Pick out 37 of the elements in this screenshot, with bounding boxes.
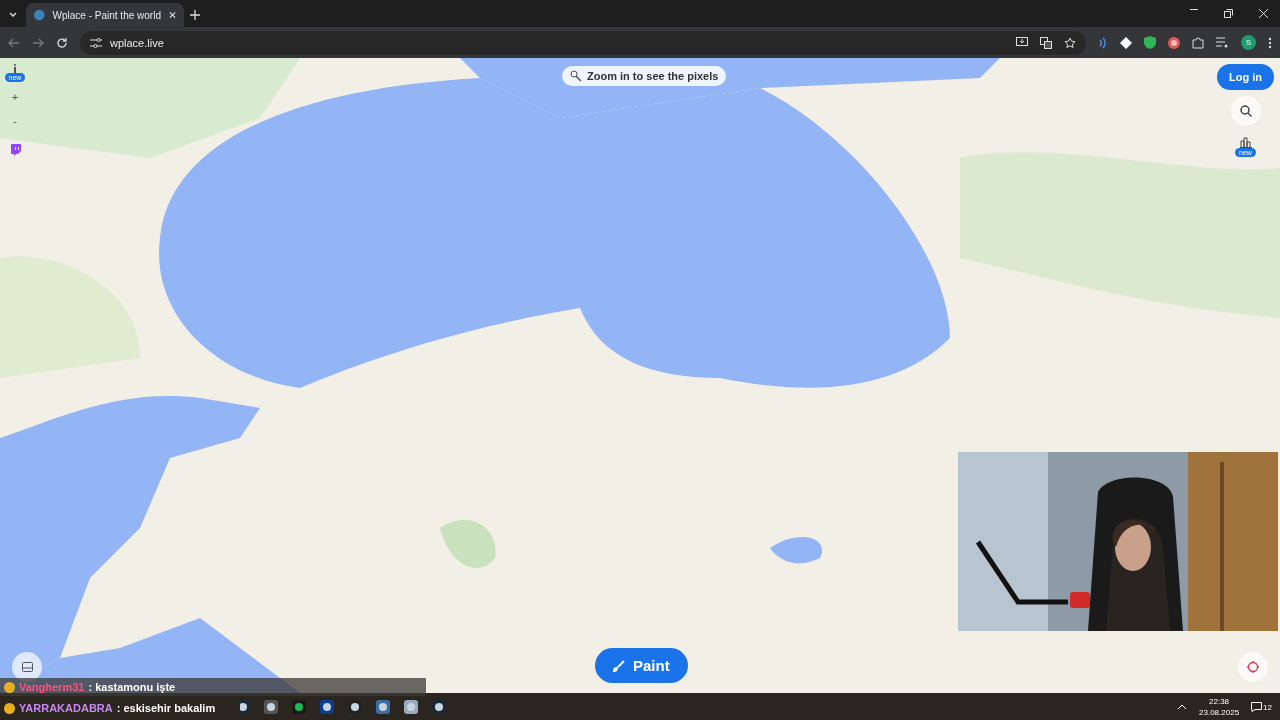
minimize-icon[interactable] (1190, 9, 1198, 11)
site-settings-icon[interactable] (90, 37, 102, 48)
new-tab-icon[interactable] (190, 10, 200, 20)
browser-tab[interactable]: Wplace - Paint the world (26, 3, 184, 27)
diamond-icon[interactable] (1120, 36, 1132, 49)
menu-icon[interactable] (1268, 36, 1272, 49)
install-icon[interactable] (1016, 36, 1028, 48)
taskbar-app-icon[interactable] (348, 699, 362, 714)
notifications-button[interactable]: 12 (1251, 701, 1272, 712)
close-icon[interactable] (168, 11, 176, 19)
tab-title: Wplace - Paint the world (52, 9, 161, 21)
media-icon[interactable] (1216, 37, 1229, 48)
translate-icon[interactable] (1040, 36, 1052, 49)
record-icon[interactable] (1168, 36, 1180, 49)
taskbar-app-icon[interactable] (320, 699, 334, 714)
taskbar-app-icon[interactable] (404, 699, 418, 714)
waves-icon[interactable] (1098, 36, 1108, 49)
message-icon (1251, 701, 1263, 712)
back-icon[interactable] (8, 36, 20, 49)
chat-badge-icon (4, 702, 15, 714)
profile-avatar[interactable]: S (1241, 35, 1256, 50)
extensions-icon[interactable] (1192, 36, 1204, 49)
clock[interactable]: 22:38 23.08.2025 (1199, 695, 1240, 718)
shield-icon[interactable] (1144, 36, 1156, 49)
star-icon[interactable] (1064, 36, 1076, 49)
taskbar-app-icon[interactable] (264, 699, 278, 714)
restore-icon[interactable] (1224, 9, 1233, 18)
reload-icon[interactable] (56, 36, 68, 49)
taskbar-app-icon[interactable] (292, 699, 306, 714)
url-text: wplace.live (110, 36, 164, 49)
taskbar-app-icon[interactable] (376, 699, 390, 714)
forward-icon[interactable] (32, 36, 44, 49)
close-window-icon[interactable] (1259, 9, 1268, 18)
tray-chevron-icon[interactable] (1177, 703, 1188, 710)
globe-icon (34, 9, 45, 21)
address-bar[interactable]: wplace.live (80, 30, 1086, 55)
taskbar-app-icon[interactable] (432, 699, 446, 714)
